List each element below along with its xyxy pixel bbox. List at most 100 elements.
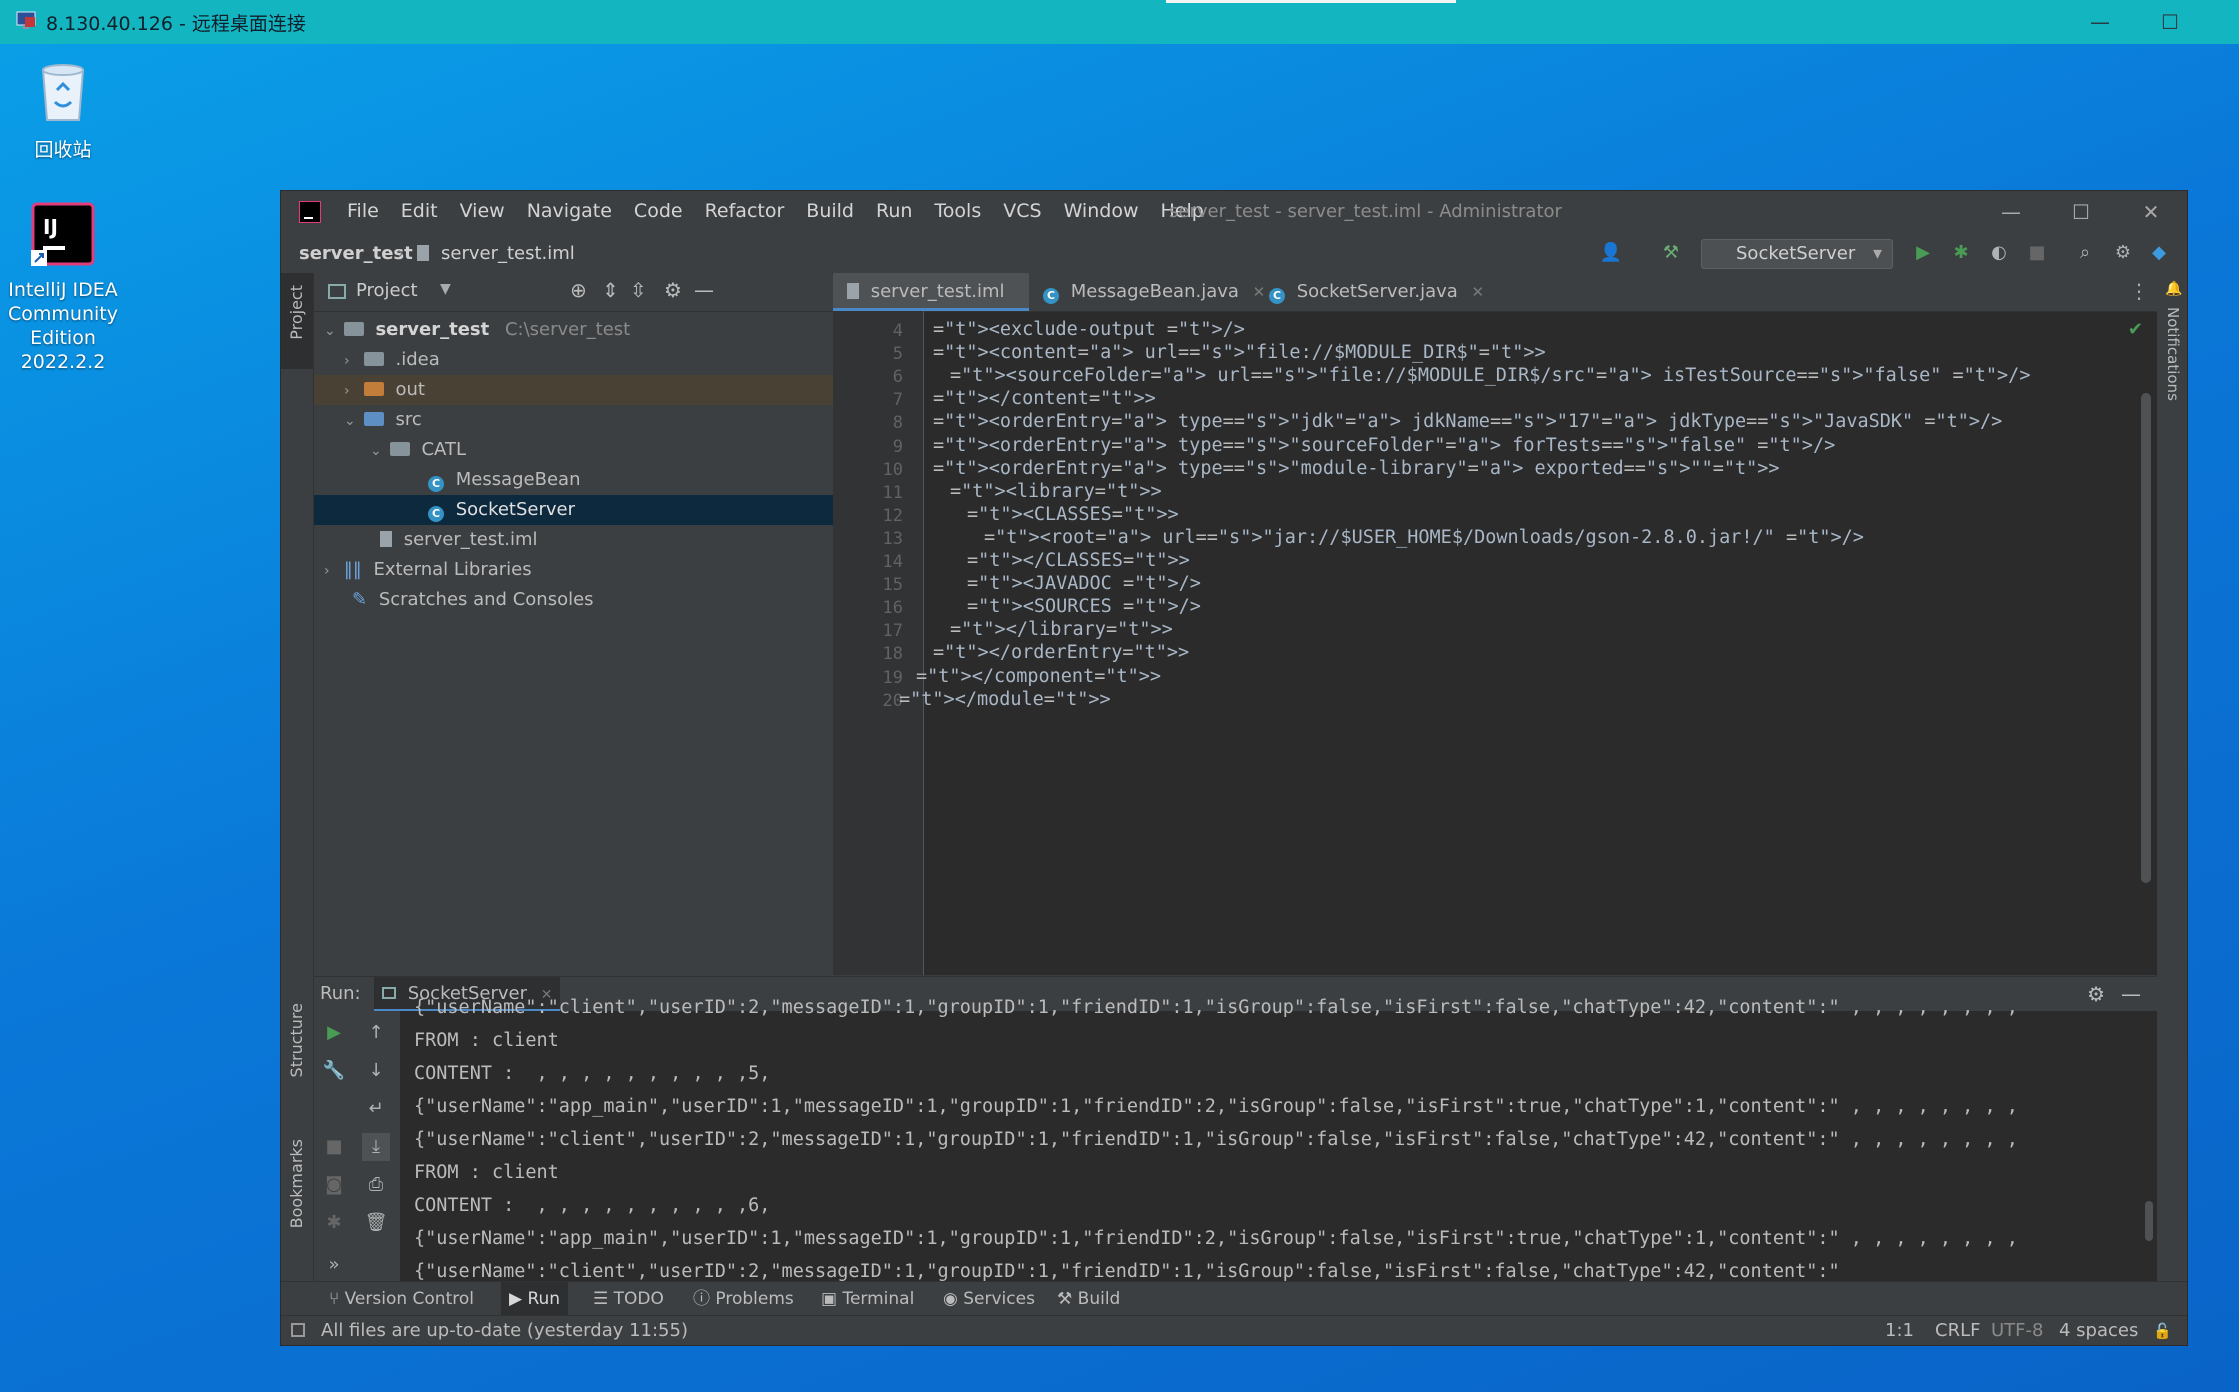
status-caret-position[interactable]: 1:1: [1885, 1316, 1914, 1345]
menu-refactor[interactable]: Refactor: [705, 200, 785, 222]
gear-icon[interactable]: ⚙: [664, 278, 682, 302]
breadcrumb-separator-icon: ›: [397, 243, 405, 264]
window-minimize-icon[interactable]: —: [1989, 197, 2033, 227]
line-number: 9: [892, 436, 903, 457]
build-hammer-icon[interactable]: ⚒: [1659, 241, 1683, 265]
menu-navigate[interactable]: Navigate: [527, 200, 612, 222]
more-icon[interactable]: »: [320, 1251, 348, 1279]
rerun-icon[interactable]: ▶: [320, 1019, 348, 1047]
status-indent[interactable]: 4 spaces: [2059, 1316, 2138, 1345]
tab-server-test-iml[interactable]: server_test.iml ✕: [833, 273, 1029, 339]
soft-wrap-icon[interactable]: ↵: [362, 1095, 390, 1123]
tree-item-scratches[interactable]: ✎ Scratches and Consoles: [314, 585, 870, 615]
close-icon[interactable]: ✕: [1253, 283, 1266, 301]
menu-view[interactable]: View: [460, 200, 505, 222]
maximize-icon[interactable]: ☐: [2150, 4, 2190, 40]
tool-todo[interactable]: ☰ TODO: [593, 1282, 664, 1316]
connection-bar-handle[interactable]: [1166, 0, 1456, 3]
print-icon[interactable]: ⎙: [362, 1171, 390, 1199]
more-tabs-icon[interactable]: ⋮: [2129, 279, 2149, 303]
menu-build[interactable]: Build: [806, 200, 854, 222]
code-line: ="t"></module="t">>: [899, 688, 1111, 710]
hide-panel-icon[interactable]: —: [694, 278, 714, 302]
minimize-icon[interactable]: —: [2080, 4, 2120, 40]
menu-vcs[interactable]: VCS: [1003, 200, 1041, 222]
debug-icon[interactable]: ✱: [1949, 241, 1973, 265]
scroll-to-end-icon[interactable]: ⤓: [362, 1133, 390, 1161]
close-icon[interactable]: ✕: [1472, 283, 1485, 301]
bookmarks-stripe-label[interactable]: Bookmarks: [287, 1139, 306, 1228]
menu-tools[interactable]: Tools: [934, 200, 981, 222]
camera-icon[interactable]: ◙: [320, 1171, 348, 1199]
line-number: 5: [892, 344, 903, 365]
tree-item-iml[interactable]: server_test.iml: [314, 525, 898, 555]
lock-icon[interactable]: 🔓: [2153, 1316, 2172, 1345]
scroll-down-icon[interactable]: ↓: [362, 1057, 390, 1085]
right-tool-stripe: 🔔 Notifications: [2156, 273, 2187, 1281]
tree-item-project-root[interactable]: ⌄ server_test C:\server_test: [314, 315, 842, 345]
coverage-icon[interactable]: ◐: [1987, 241, 2011, 265]
breadcrumb-file[interactable]: server_test.iml: [441, 243, 575, 264]
notification-bell-icon[interactable]: 🔔: [2165, 281, 2182, 297]
settings-icon[interactable]: ✱: [320, 1209, 348, 1237]
tool-problems[interactable]: ⓘ Problems: [693, 1282, 794, 1316]
console-line: CONTENT : , , , , , , , , , ,5,: [414, 1063, 771, 1084]
structure-stripe-label[interactable]: Structure: [287, 1003, 306, 1077]
breadcrumb-project[interactable]: server_test: [299, 243, 413, 264]
inspection-ok-icon[interactable]: ✔: [2128, 319, 2143, 340]
tree-item-label: .idea: [395, 349, 440, 370]
menu-file[interactable]: File: [347, 200, 379, 222]
status-line-separator[interactable]: CRLF: [1935, 1316, 1980, 1345]
project-panel-title[interactable]: Project: [356, 280, 418, 301]
chevron-down-icon[interactable]: ▼: [440, 281, 451, 297]
menu-window[interactable]: Window: [1064, 200, 1139, 222]
tree-item-idea[interactable]: › .idea: [314, 345, 862, 375]
chevron-down-icon: ⌄: [344, 413, 356, 429]
collapse-all-icon[interactable]: ⇳: [630, 278, 647, 302]
window-close-icon[interactable]: ✕: [2129, 197, 2173, 227]
status-encoding[interactable]: UTF-8: [1991, 1316, 2043, 1345]
trash-icon[interactable]: 🗑: [362, 1209, 390, 1237]
tool-build[interactable]: ⚒ Build: [1057, 1282, 1120, 1316]
search-icon[interactable]: ⌕: [2073, 241, 2097, 265]
menu-edit[interactable]: Edit: [401, 200, 438, 222]
gear-icon[interactable]: ⚙: [2111, 241, 2135, 265]
window-maximize-icon[interactable]: ☐: [2059, 197, 2103, 227]
status-toggle-icon[interactable]: [291, 1323, 305, 1337]
run-icon[interactable]: ▶: [1911, 241, 1935, 265]
tool-terminal[interactable]: ▣ Terminal: [821, 1282, 914, 1316]
tree-item-external-libraries[interactable]: › ‖‖ External Libraries: [314, 555, 842, 585]
menu-run[interactable]: Run: [876, 200, 912, 222]
scroll-up-icon[interactable]: ↑: [362, 1019, 390, 1047]
tree-item-catl[interactable]: ⌄ CATL: [314, 435, 888, 465]
folder-icon: [363, 352, 384, 366]
wrench-icon[interactable]: 🔧: [320, 1057, 348, 1085]
code-editor[interactable]: server_test.iml ✕ C MessageBean.java ✕ C…: [833, 273, 2157, 975]
code-with-me-icon[interactable]: ◆: [2147, 241, 2171, 265]
status-message[interactable]: All files are up-to-date (yesterday 11:5…: [321, 1316, 688, 1345]
desktop-recycle-bin[interactable]: 回收站: [8, 56, 118, 162]
gear-icon[interactable]: ⚙: [2087, 977, 2105, 1011]
stop-icon[interactable]: ■: [2025, 241, 2049, 265]
run-configuration-select[interactable]: SocketServer ▾: [1701, 239, 1893, 269]
tab-messagebean-java[interactable]: C MessageBean.java ✕: [1043, 273, 1265, 311]
stop-icon[interactable]: ■: [320, 1133, 348, 1161]
line-number: 14: [882, 552, 903, 572]
expand-all-icon[interactable]: ⇕: [602, 278, 619, 302]
notifications-stripe-label[interactable]: Notifications: [2164, 307, 2182, 401]
tool-services[interactable]: ◉ Services: [943, 1282, 1035, 1316]
tool-version-control[interactable]: ⑂ Version Control: [329, 1282, 474, 1316]
tool-run[interactable]: ▶ Run: [501, 1282, 569, 1316]
line-number: 20: [882, 690, 903, 711]
desktop-intellij-shortcut[interactable]: IJ IntelliJ IDEA Community Edition 2022.…: [8, 202, 118, 374]
locate-file-icon[interactable]: ⊕: [570, 278, 587, 302]
menu-code[interactable]: Code: [634, 200, 683, 222]
tree-item-src[interactable]: ⌄ src: [314, 405, 862, 435]
hide-panel-icon[interactable]: —: [2121, 977, 2141, 1011]
project-stripe-button[interactable]: Project: [281, 273, 313, 369]
tree-item-out[interactable]: › out: [314, 375, 862, 405]
editor-scrollbar[interactable]: [2141, 393, 2151, 883]
tab-socketserver-java[interactable]: C SocketServer.java ✕: [1269, 273, 1484, 311]
user-icon[interactable]: 👤: [1599, 241, 1623, 265]
console-scrollbar[interactable]: [2145, 1201, 2153, 1241]
